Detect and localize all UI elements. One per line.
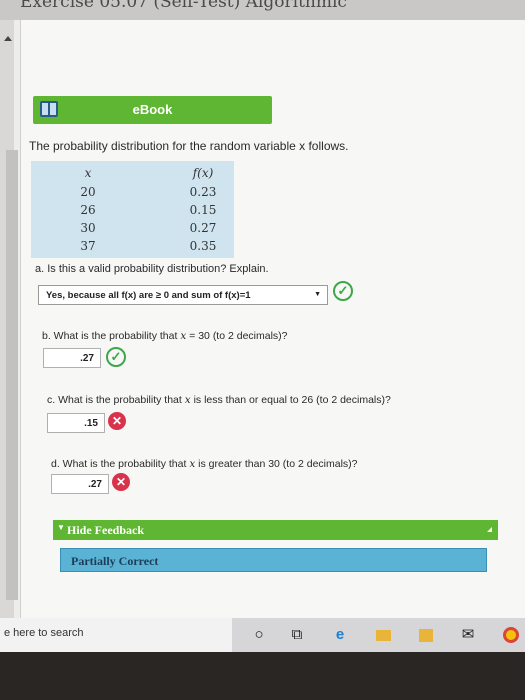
resize-corner-icon <box>487 527 492 532</box>
hide-feedback-label: Hide Feedback <box>67 523 144 537</box>
monitor-bezel <box>0 652 525 700</box>
probability-table: x f(x) 20 0.23 26 0.15 30 0.27 37 0.35 <box>31 161 234 258</box>
answer-d-input[interactable]: .27 <box>51 474 109 494</box>
exercise-title: Exercise 05.07 (Self-Test) Algorithmic <box>20 0 347 12</box>
question-c-text: c. What is the probability that x is les… <box>47 394 391 406</box>
table-cell-x: 37 <box>80 239 96 253</box>
ebook-label: eBook <box>132 102 173 117</box>
table-cell-fx: 0.35 <box>189 239 217 253</box>
answer-b-input[interactable]: .27 <box>43 348 101 368</box>
collapse-arrow-icon[interactable] <box>4 36 12 41</box>
task-view-icon[interactable]: ⧉ <box>289 626 305 644</box>
taskbar-search-box[interactable]: e here to search <box>0 618 232 652</box>
table-cell-x: 30 <box>80 221 96 235</box>
collapse-triangle-icon: ▼ <box>57 523 65 532</box>
left-scroll-strip <box>6 150 18 600</box>
table-header-x: x <box>84 166 92 180</box>
search-placeholder: e here to search <box>4 627 84 639</box>
answer-c-input[interactable]: .15 <box>47 413 105 433</box>
table-cell-x: 20 <box>80 185 96 199</box>
correct-check-icon: ✓ <box>106 347 126 367</box>
dropdown-caret-icon: ▼ <box>314 291 321 298</box>
table-cell-fx: 0.27 <box>189 221 217 235</box>
correct-check-icon: ✓ <box>333 281 353 301</box>
window-title-bar: Exercise 05.07 (Self-Test) Algorithmic <box>0 0 525 20</box>
table-cell-x: 26 <box>80 203 96 217</box>
ebook-button[interactable]: eBook <box>33 96 272 124</box>
answer-a-dropdown[interactable]: Yes, because all f(x) are ≥ 0 and sum of… <box>38 285 328 305</box>
question-b-text: b. What is the probability that x = 30 (… <box>42 330 288 342</box>
file-explorer-icon[interactable] <box>375 626 391 644</box>
question-d-text: d. What is the probability that x is gre… <box>51 458 358 470</box>
incorrect-x-icon: ✕ <box>112 473 130 491</box>
cortana-icon[interactable]: ○ <box>252 626 266 644</box>
hide-feedback-toggle[interactable]: ▼ Hide Feedback <box>53 520 498 540</box>
feedback-result-text: Partially Correct <box>71 554 159 568</box>
question-a-text: a. Is this a valid probability distribut… <box>35 263 269 275</box>
problem-intro: The probability distribution for the ran… <box>29 139 349 153</box>
answer-a-value: Yes, because all f(x) are ≥ 0 and sum of… <box>46 290 251 301</box>
feedback-result-panel: Partially Correct <box>60 548 487 572</box>
incorrect-x-icon: ✕ <box>108 412 126 430</box>
store-icon[interactable] <box>418 626 434 644</box>
table-cell-fx: 0.23 <box>189 185 217 199</box>
table-header-fx: f(x) <box>192 166 214 180</box>
table-cell-fx: 0.15 <box>189 203 217 217</box>
edge-browser-icon[interactable]: e <box>332 626 348 644</box>
mail-icon[interactable]: ✉ <box>460 626 476 644</box>
chrome-icon[interactable] <box>502 626 520 644</box>
